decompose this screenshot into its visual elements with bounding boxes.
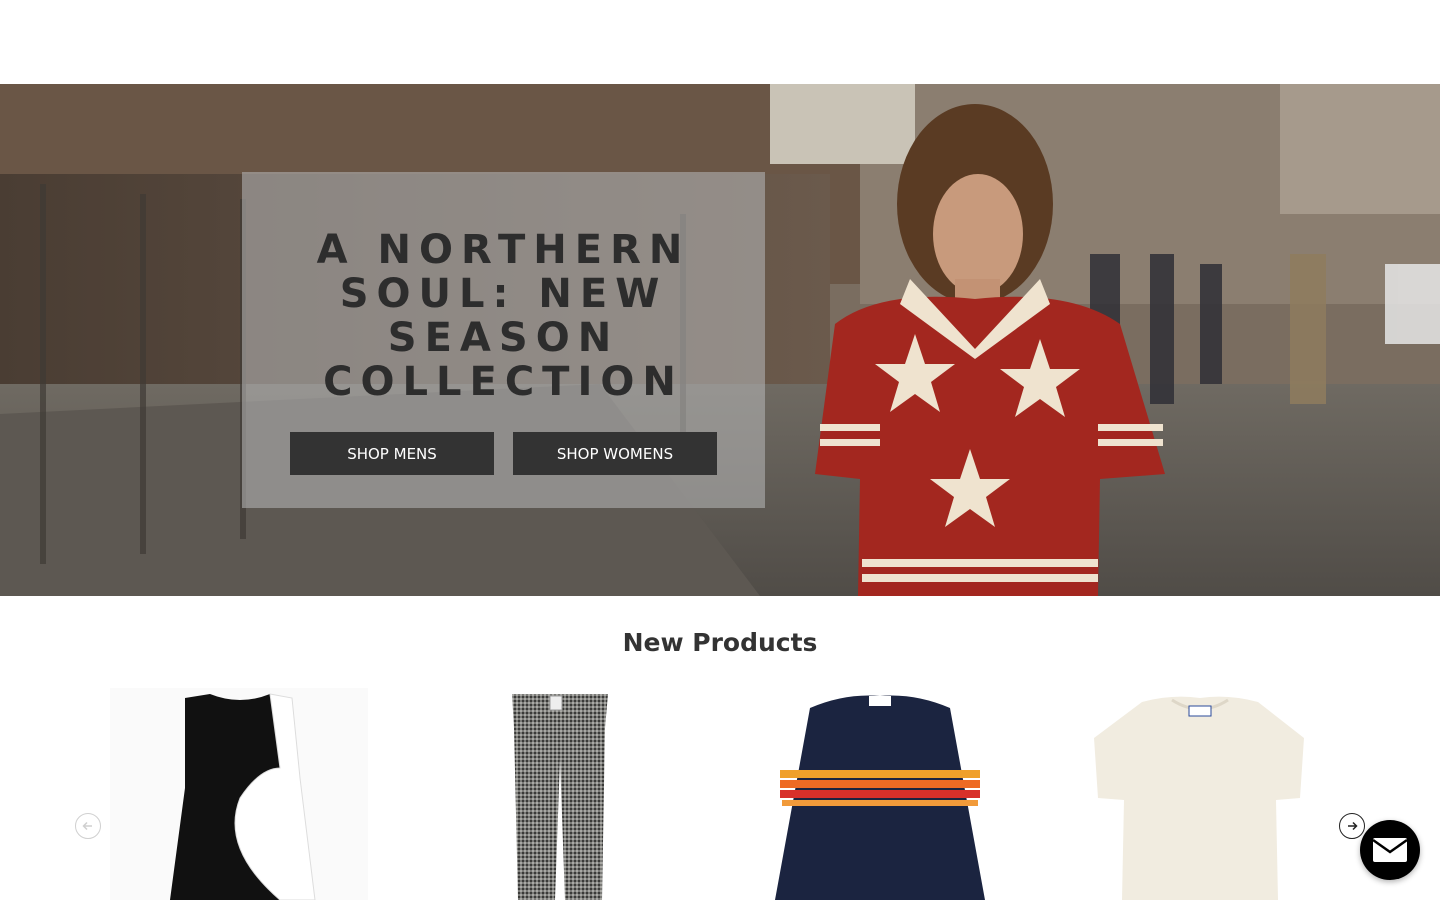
cream-knit-tshirt-image — [1072, 688, 1330, 900]
new-products-title: New Products — [622, 628, 818, 657]
houndstooth-trousers-image — [430, 688, 688, 900]
arrow-right-circle-icon — [1348, 821, 1358, 831]
chat-launcher-button[interactable] — [1360, 820, 1420, 880]
product-card-dress[interactable] — [110, 688, 368, 900]
hero-banner: A NORTHERN SOUL: NEW SEASON COLLECTION S… — [0, 84, 1440, 596]
site-header — [0, 0, 1440, 84]
new-products-carousel — [0, 684, 1440, 900]
navy-striped-knit-jumper-image — [750, 688, 1008, 900]
carousel-next-button[interactable] — [1339, 813, 1365, 839]
shop-womens-button[interactable]: SHOP WOMENS — [513, 432, 717, 475]
hero-title: A NORTHERN SOUL: NEW SEASON COLLECTION — [316, 227, 691, 405]
product-card-jumper[interactable] — [750, 688, 1008, 900]
product-card-tshirt[interactable] — [1072, 688, 1330, 900]
hero-promo-panel: A NORTHERN SOUL: NEW SEASON COLLECTION S… — [242, 172, 765, 508]
product-card-trousers[interactable] — [430, 688, 688, 900]
black-white-sleeveless-dress-image — [110, 688, 368, 900]
envelope-icon — [1373, 838, 1407, 862]
shop-mens-button[interactable]: SHOP MENS — [290, 432, 494, 475]
carousel-prev-button[interactable] — [75, 813, 101, 839]
arrow-left-circle-icon — [82, 821, 92, 831]
